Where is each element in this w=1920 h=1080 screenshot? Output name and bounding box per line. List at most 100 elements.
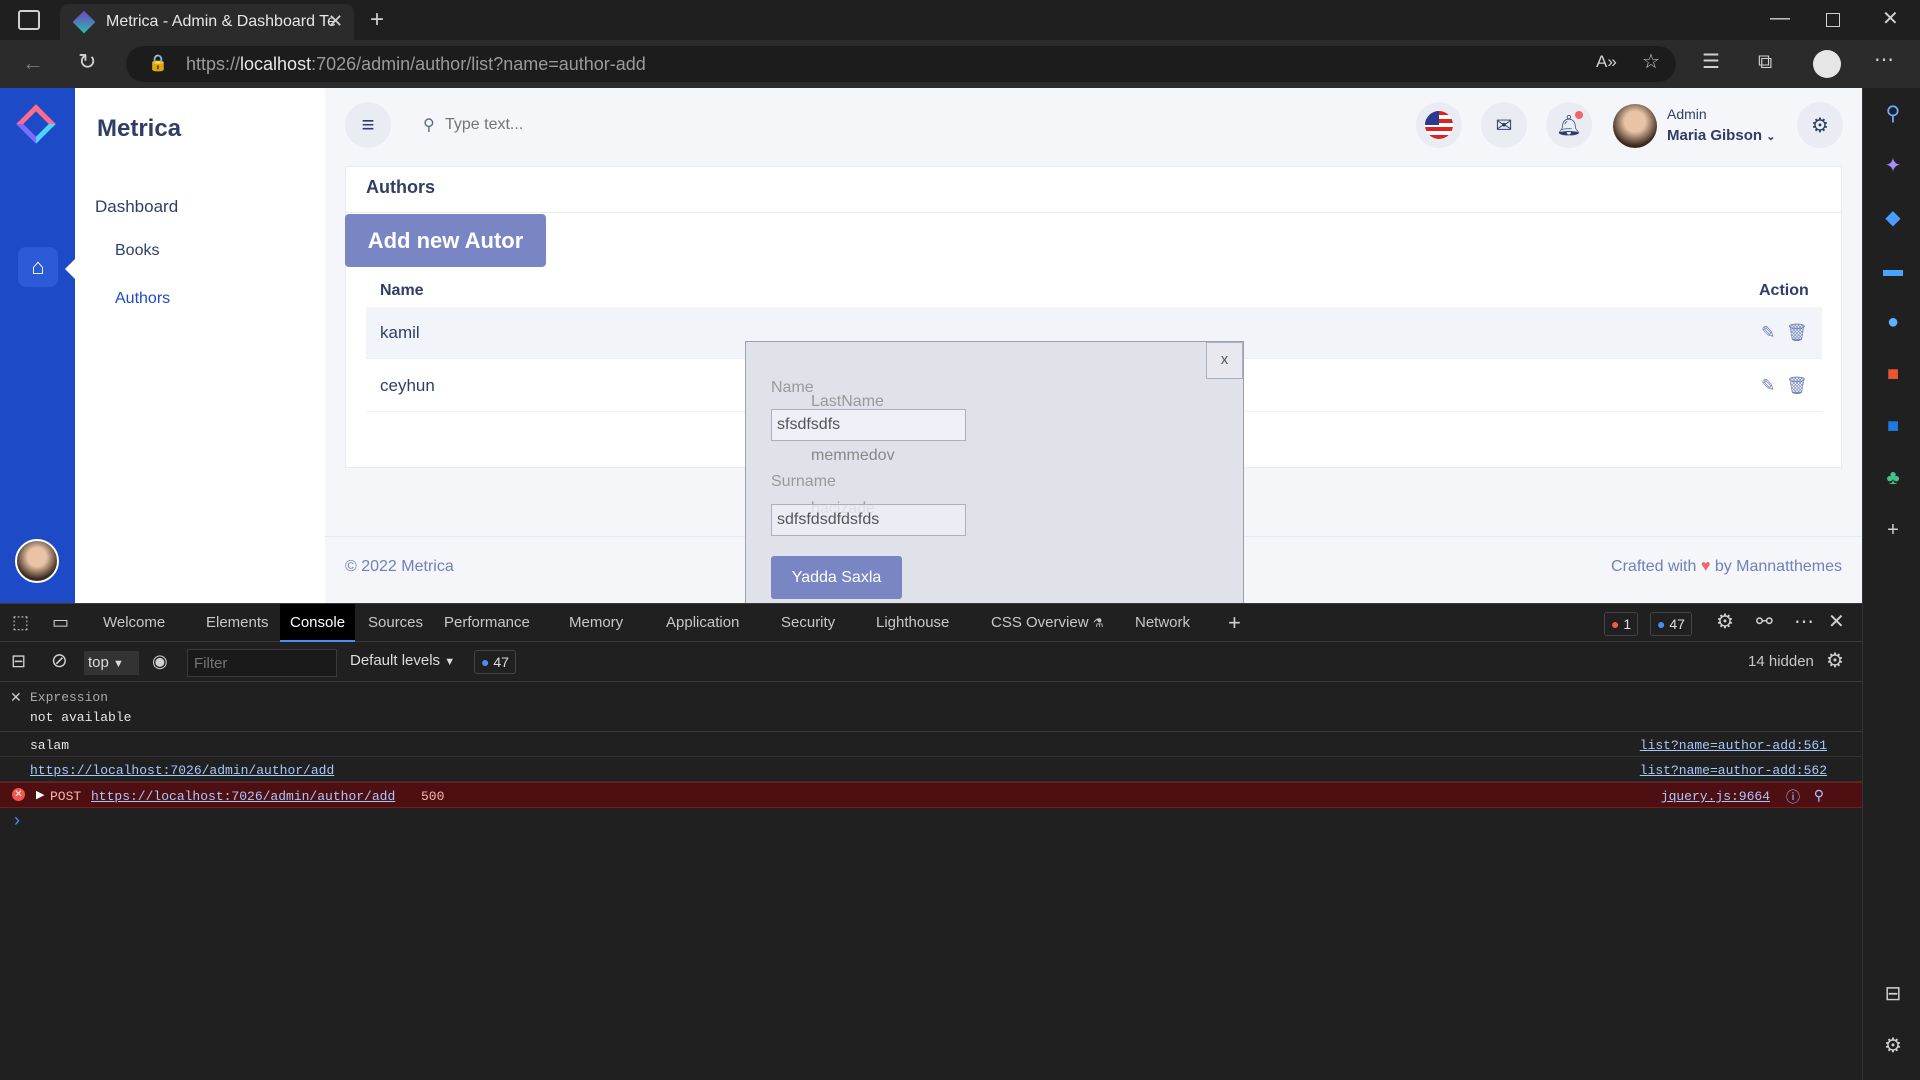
console-toolbar: ⊟ ⊘ top ▼ ◉ Default levels ▼ ● 47 14 hid… [0, 642, 1862, 682]
sidebar-toggle-icon[interactable] [18, 10, 40, 30]
live-expression-icon[interactable]: ◉ [152, 652, 168, 670]
search-icon[interactable]: ⚲ [423, 115, 435, 135]
maximize-icon[interactable] [1826, 13, 1840, 27]
home-icon[interactable]: ⌂ [18, 247, 58, 287]
console-filter-input[interactable] [187, 649, 337, 677]
tab-security[interactable]: Security [781, 604, 835, 642]
search-input[interactable] [445, 110, 745, 140]
add-author-button[interactable]: Add new Autor [345, 214, 546, 267]
clear-console-icon[interactable]: ⊘ [51, 651, 68, 671]
mail-icon[interactable]: ✉ [1481, 102, 1527, 148]
minimize-icon[interactable]: — [1770, 8, 1790, 28]
favorites-icon[interactable]: ☰ [1702, 52, 1720, 72]
outlook-icon[interactable]: ■ [1881, 414, 1905, 438]
office-icon[interactable]: ■ [1881, 362, 1905, 386]
remote-devices-icon[interactable]: ⚯ [1756, 612, 1773, 632]
context-value: top [88, 654, 109, 671]
message-count-badge[interactable]: ● 47 [1650, 612, 1692, 636]
copilot-icon[interactable]: ✦ [1881, 154, 1905, 178]
collections-icon[interactable]: ⧉ [1758, 52, 1772, 72]
console-settings-icon[interactable]: ⚙ [1826, 651, 1844, 671]
browser-tab[interactable]: Metrica - Admin & Dashboard Te ✕ [60, 4, 354, 40]
expression-label: Expression [30, 690, 109, 705]
tab-welcome[interactable]: Welcome [103, 604, 165, 642]
reload-icon[interactable]: ↻ [78, 51, 96, 73]
level-badge[interactable]: ● 47 [474, 650, 516, 674]
search-network-icon[interactable]: ⚲ [1814, 787, 1824, 804]
log-url[interactable]: https://localhost:7026/admin/author/add [30, 763, 334, 778]
error-url[interactable]: https://localhost:7026/admin/author/add [91, 789, 395, 804]
shopping-tag-icon[interactable]: ◆ [1881, 206, 1905, 230]
edit-icon[interactable]: ✎ [1761, 307, 1775, 359]
avatar[interactable] [15, 539, 59, 583]
trash-icon[interactable]: 🗑︎ [1786, 307, 1808, 359]
gear-icon[interactable]: ⚙ [1797, 102, 1843, 148]
user-avatar[interactable] [1613, 104, 1657, 148]
tab-console[interactable]: Console [280, 604, 356, 642]
device-toggle-icon[interactable]: ▭ [52, 613, 69, 631]
context-select[interactable]: top ▼ [84, 651, 139, 675]
devtools-panel: ⬚ ▭ Welcome Elements Console Sources Per… [0, 603, 1862, 1080]
tab-performance[interactable]: Performance [444, 604, 530, 642]
tab-sources[interactable]: Sources [368, 604, 423, 642]
logo-icon[interactable] [16, 104, 56, 144]
error-count-badge[interactable]: ● 1 [1604, 612, 1639, 636]
levels-select[interactable]: Default levels ▼ [350, 652, 455, 669]
log-source[interactable]: list?name=author-add:561 [1640, 738, 1827, 753]
tab-lighthouse[interactable]: Lighthouse [876, 604, 949, 642]
games-icon[interactable]: ● [1881, 310, 1905, 334]
tab-application[interactable]: Application [666, 604, 739, 642]
tab-memory[interactable]: Memory [569, 604, 623, 642]
flag-us-icon[interactable] [1416, 102, 1462, 148]
window-close-icon[interactable]: ✕ [1882, 9, 1899, 29]
expand-triangle-icon[interactable]: ▶ [36, 788, 44, 801]
notification-dot [1575, 111, 1583, 119]
back-icon[interactable]: ← [22, 52, 44, 74]
sidebar-item-authors[interactable]: Authors [115, 290, 170, 308]
new-tab-icon[interactable]: + [370, 8, 384, 32]
sidebar-collapse-icon[interactable]: ⊟ [1881, 982, 1905, 1006]
tools-icon[interactable]: ▬ [1881, 258, 1905, 282]
add-icon[interactable]: + [1881, 518, 1905, 542]
inspect-icon[interactable]: ⬚ [12, 613, 29, 631]
more-tabs-icon[interactable]: + [1228, 612, 1241, 634]
user-role: Admin [1667, 106, 1707, 122]
url-field[interactable]: 🔒 https://localhost:7026/admin/author/li… [126, 46, 1676, 82]
console-prompt[interactable]: › [14, 810, 20, 831]
log-source[interactable]: list?name=author-add:562 [1640, 763, 1827, 778]
tab-elements[interactable]: Elements [206, 604, 269, 642]
read-aloud-icon[interactable]: A» [1596, 53, 1617, 70]
surname-field[interactable]: sdfsfdsdfdsfds [771, 504, 966, 536]
favorite-add-icon[interactable]: ☆ [1642, 52, 1660, 72]
modal-close-button[interactable]: x [1206, 342, 1243, 379]
profile-icon[interactable] [1813, 50, 1841, 78]
console-sidebar-icon[interactable]: ⊟ [11, 652, 26, 670]
tab-network[interactable]: Network [1135, 604, 1190, 642]
gear-icon[interactable]: ⚙ [1881, 1034, 1905, 1058]
browser-side-panel: ⚲ ✦ ◆ ▬ ● ■ ■ ♣ + ⊟ ⚙ [1862, 88, 1920, 1080]
devtools-more-icon[interactable]: ⋯ [1794, 612, 1814, 632]
levels-value: Default levels [350, 652, 441, 669]
edit-icon[interactable]: ✎ [1761, 360, 1775, 412]
info-icon[interactable]: ⓘ [1786, 787, 1800, 807]
tree-icon[interactable]: ♣ [1881, 466, 1905, 490]
devtools-settings-icon[interactable]: ⚙ [1716, 612, 1734, 632]
more-icon[interactable]: ⋯ [1874, 50, 1894, 70]
user-menu[interactable]: Maria Gibson ⌄ [1667, 127, 1775, 144]
search-icon[interactable]: ⚲ [1881, 102, 1905, 126]
message-count: 47 [1669, 616, 1685, 632]
error-source[interactable]: jquery.js:9664 [1661, 789, 1770, 804]
web-page: ⌂ Metrica Dashboard Books Authors ≡ ⚲ ✉ … [0, 88, 1862, 603]
devtools-close-icon[interactable]: ✕ [1828, 612, 1845, 632]
save-button[interactable]: Yadda Saxla [771, 556, 902, 599]
remove-expression-icon[interactable]: ✕ [10, 689, 22, 706]
tab-css-overview[interactable]: CSS Overview ⚗ [991, 604, 1103, 642]
sidebar-item-books[interactable]: Books [115, 242, 159, 260]
sidebar-item-dashboard[interactable]: Dashboard [95, 197, 178, 217]
name-field[interactable]: sfsdfsdfs [771, 409, 966, 441]
trash-icon[interactable]: 🗑︎ [1786, 360, 1808, 412]
hamburger-icon[interactable]: ≡ [345, 102, 391, 148]
tab-close-icon[interactable]: ✕ [328, 12, 343, 30]
bell-icon[interactable]: 🔔︎ [1546, 102, 1592, 148]
error-dot-icon: ● [1611, 616, 1620, 632]
